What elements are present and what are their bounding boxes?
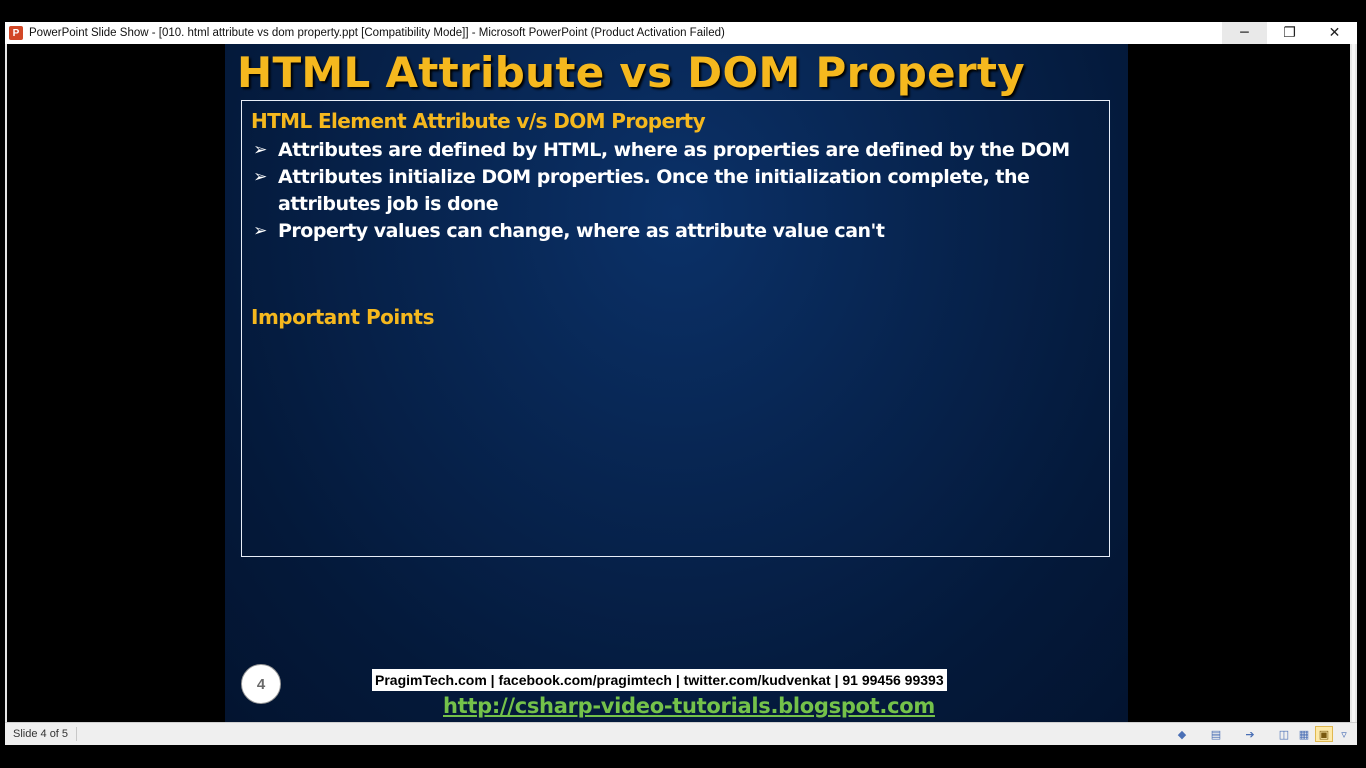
- bullet-list: ➢ Attributes are defined by HTML, where …: [251, 137, 1091, 245]
- window-frame-left: [5, 44, 7, 722]
- status-bar-controls: ◆ ▤ ➔ ◫ ▦ ▣ ▿: [1171, 723, 1353, 745]
- slide-number-badge: 4: [241, 664, 281, 704]
- bullet-text: Attributes are defined by HTML, where as…: [278, 139, 1070, 161]
- arrow-bullet-icon: ➢: [253, 221, 267, 241]
- next-icon[interactable]: ➔: [1241, 726, 1259, 742]
- bullet-text: Property values can change, where as att…: [278, 220, 885, 242]
- normal-view-icon[interactable]: ◫: [1275, 726, 1293, 742]
- reading-view-icon[interactable]: ▣: [1315, 726, 1333, 742]
- bullet-item: ➢ Property values can change, where as a…: [251, 218, 1091, 245]
- arrow-bullet-icon: ➢: [253, 140, 267, 160]
- arrow-bullet-icon: ➢: [253, 167, 267, 187]
- contact-banner: PragimTech.com | facebook.com/pragimtech…: [372, 669, 947, 691]
- slide-indicator: Slide 4 of 5: [5, 727, 78, 741]
- previous-icon[interactable]: ◆: [1173, 726, 1191, 742]
- minimize-button[interactable]: ─: [1222, 22, 1267, 44]
- powerpoint-app-icon[interactable]: P: [9, 26, 23, 40]
- close-button[interactable]: ✕: [1312, 22, 1357, 44]
- slide-title: HTML Attribute vs DOM Property: [237, 48, 1025, 97]
- content-box: HTML Element Attribute v/s DOM Property …: [241, 100, 1110, 557]
- restore-button[interactable]: ❐: [1267, 22, 1312, 44]
- status-bar: Slide 4 of 5 ◆ ▤ ➔ ◫ ▦ ▣ ▿: [5, 722, 1357, 745]
- sub-heading: HTML Element Attribute v/s DOM Property: [251, 109, 706, 133]
- window-frame-right-inner: [1352, 44, 1355, 722]
- notes-icon[interactable]: ▤: [1207, 726, 1225, 742]
- window-controls: ─ ❐ ✕: [1222, 22, 1357, 44]
- bullet-item: ➢ Attributes are defined by HTML, where …: [251, 137, 1091, 164]
- slide-sorter-icon[interactable]: ▦: [1295, 726, 1313, 742]
- bullet-item: ➢ Attributes initialize DOM properties. …: [251, 164, 1091, 218]
- window-title: PowerPoint Slide Show - [010. html attri…: [29, 27, 725, 39]
- important-points-heading: Important Points: [251, 305, 434, 329]
- blog-link[interactable]: http://csharp-video-tutorials.blogspot.c…: [443, 694, 935, 718]
- menu-icon[interactable]: ▿: [1335, 726, 1353, 742]
- bullet-text: Attributes initialize DOM properties. On…: [278, 166, 1030, 215]
- window-title-bar: P PowerPoint Slide Show - [010. html att…: [5, 22, 1357, 44]
- slide-canvas[interactable]: HTML Attribute vs DOM Property HTML Elem…: [225, 44, 1128, 722]
